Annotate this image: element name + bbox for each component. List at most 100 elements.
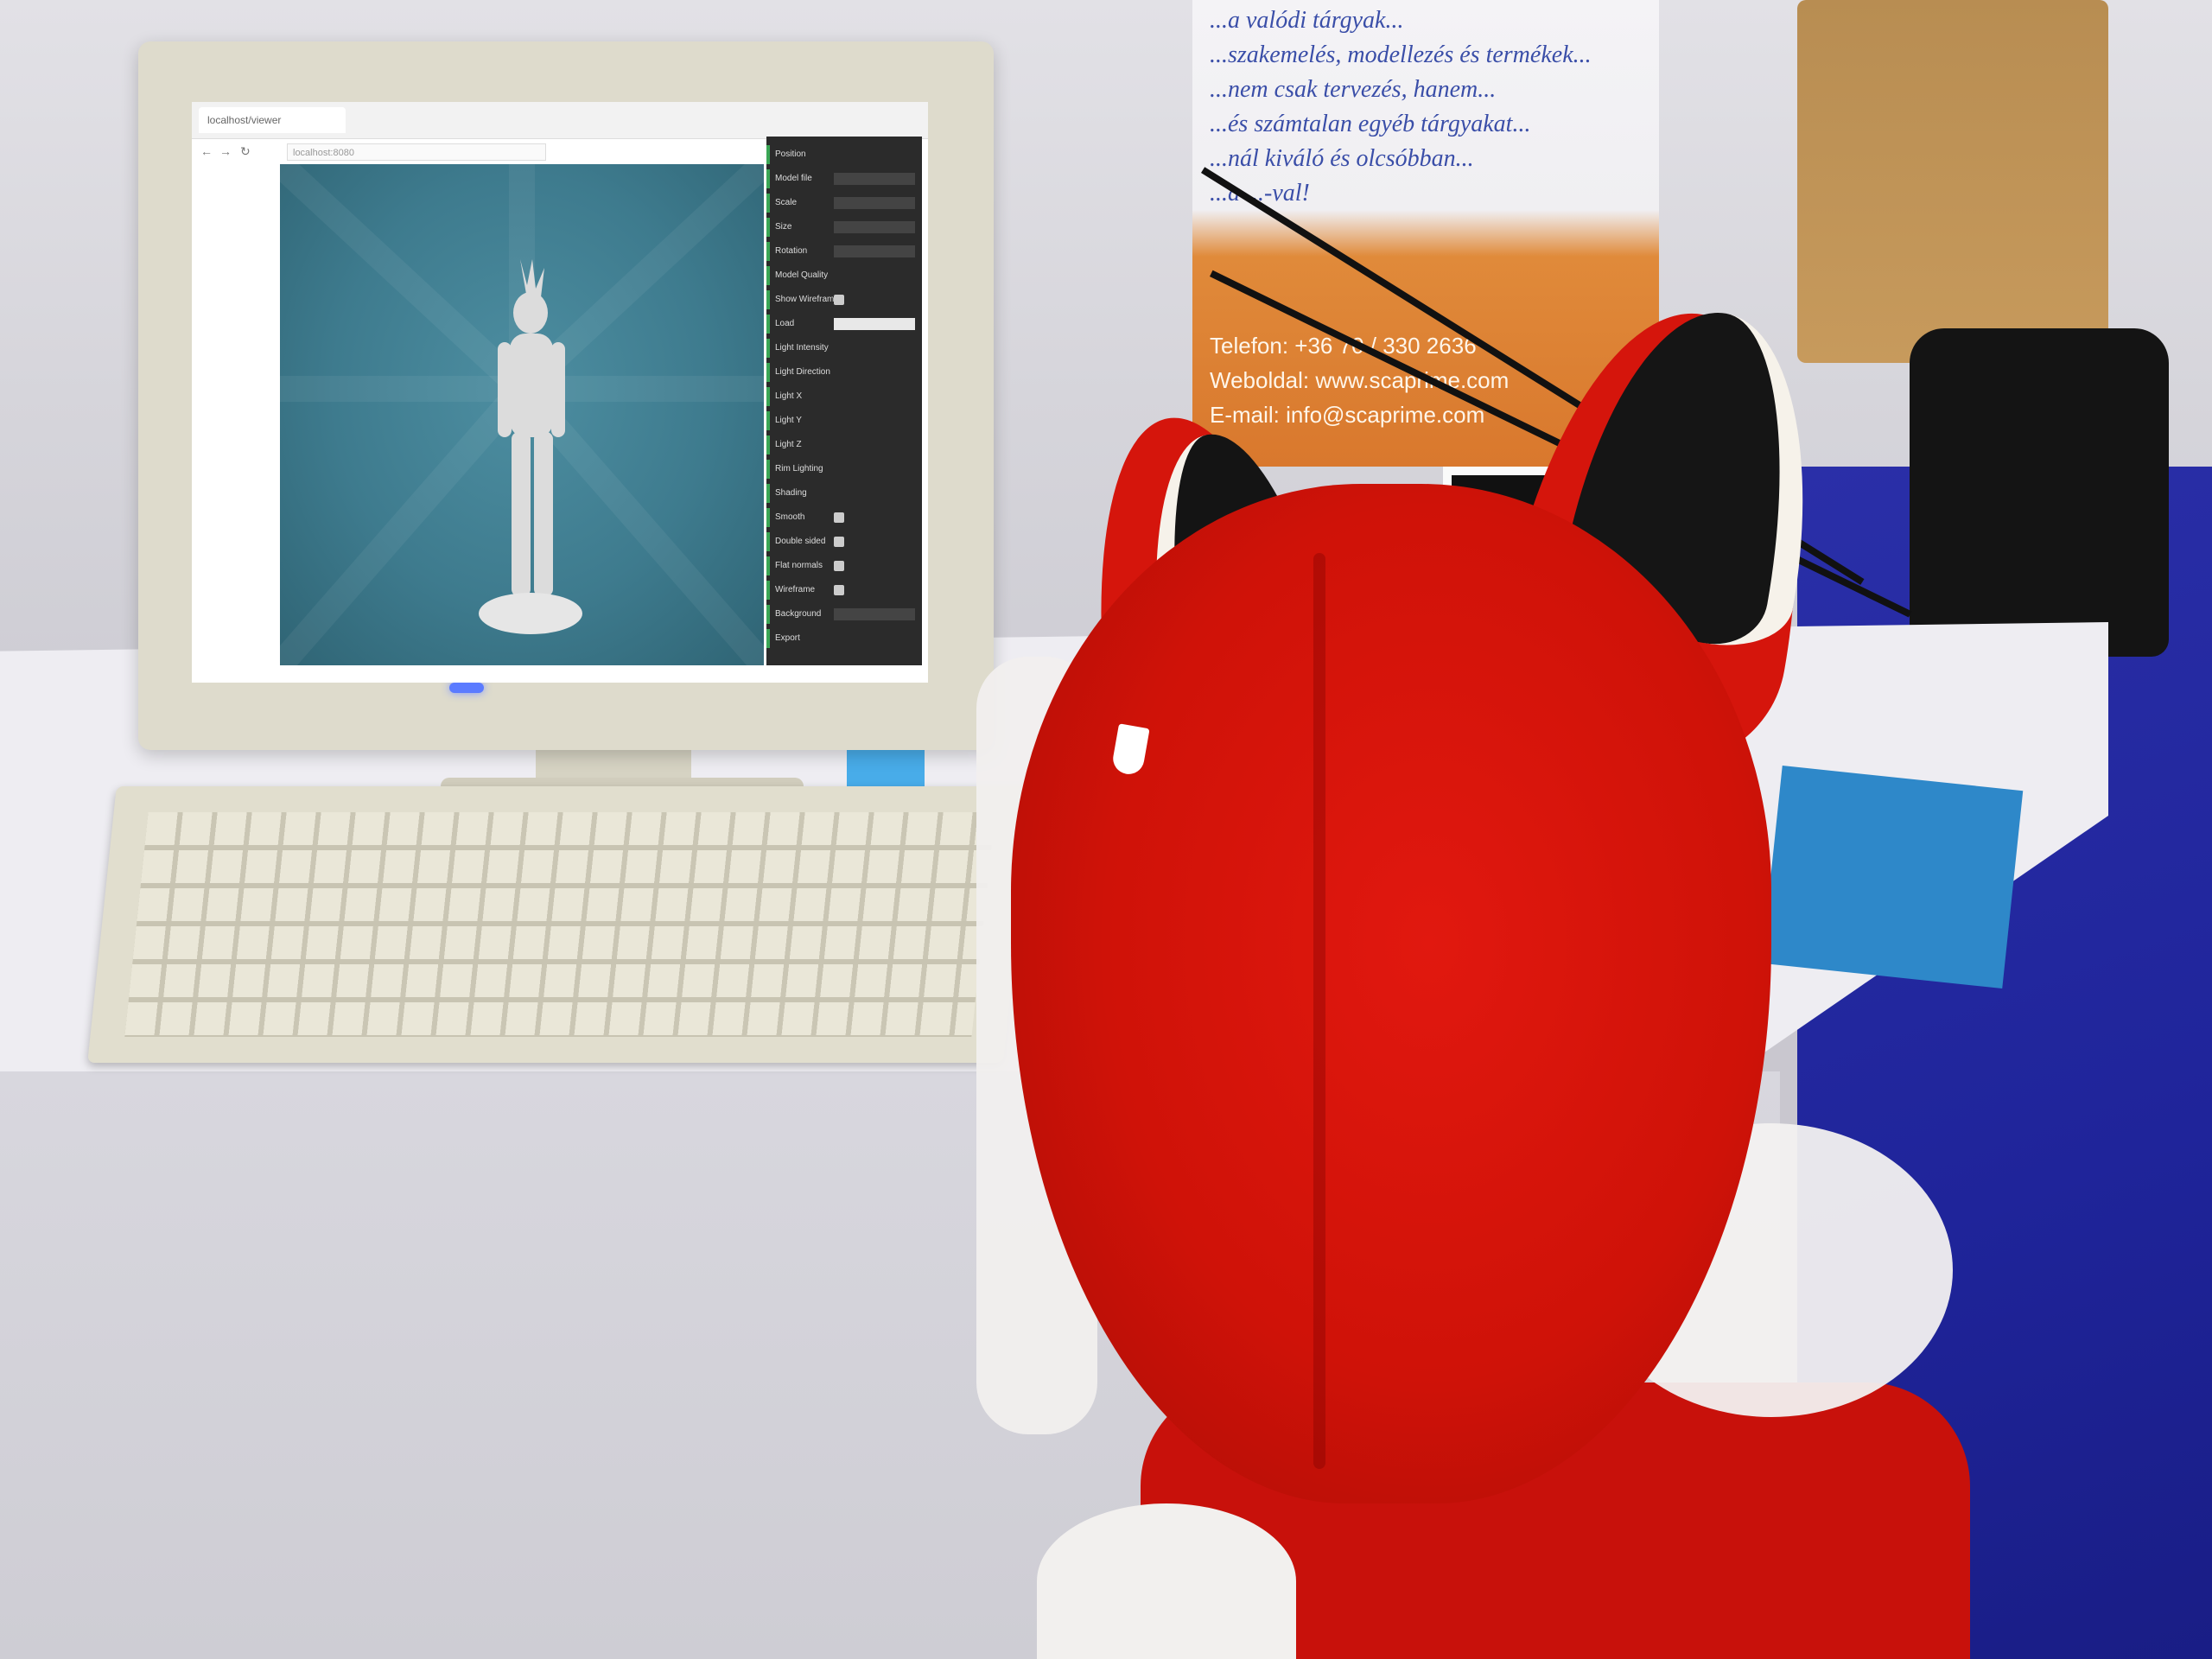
panel-accent-bar xyxy=(766,266,770,285)
panel-input[interactable] xyxy=(834,221,915,233)
banner-copy: ...a valódi tárgyak... ...szakemelés, mo… xyxy=(1210,3,1642,211)
panel-row[interactable]: Rotation xyxy=(766,242,915,261)
keyboard xyxy=(87,786,1033,1063)
banner-line: ...nem csak tervezés, hanem... xyxy=(1210,76,1497,103)
panel-row[interactable]: Model Quality xyxy=(766,266,915,285)
panel-input[interactable] xyxy=(834,197,915,209)
panel-accent-bar xyxy=(766,605,770,624)
panel-accent-bar xyxy=(766,363,770,382)
panel-label: Rotation xyxy=(775,246,808,256)
brochure xyxy=(1761,765,2024,989)
chair xyxy=(1797,0,2108,363)
panel-accent-bar xyxy=(766,460,770,479)
panel-accent-bar xyxy=(766,145,770,164)
panel-input[interactable] xyxy=(834,173,915,185)
panel-label: Flat normals xyxy=(775,561,823,570)
panel-label: Rim Lighting xyxy=(775,464,823,474)
panel-row[interactable]: Light X xyxy=(766,387,915,406)
panel-input[interactable] xyxy=(834,245,915,257)
hat-seam xyxy=(1313,553,1325,1469)
panel-accent-bar xyxy=(766,194,770,213)
panel-accent-bar xyxy=(766,218,770,237)
browser-toolbar: localhost/viewer xyxy=(192,102,928,139)
panel-accent-bar xyxy=(766,290,770,309)
panel-row[interactable]: Load xyxy=(766,315,915,334)
panel-accent-bar xyxy=(766,315,770,334)
panel-label: Background xyxy=(775,609,822,619)
panel-checkbox[interactable] xyxy=(834,537,844,547)
panel-row[interactable]: Flat normals xyxy=(766,556,915,575)
panel-accent-bar xyxy=(766,532,770,551)
forward-arrow-icon[interactable]: → xyxy=(219,145,232,157)
backpack xyxy=(1910,328,2169,657)
banner-phone: Telefon: +36 70 / 330 2636 xyxy=(1210,333,1477,359)
panel-label: Light Z xyxy=(775,440,802,449)
panel-button[interactable] xyxy=(834,318,915,330)
panel-checkbox[interactable] xyxy=(834,512,844,523)
reload-icon[interactable]: ↻ xyxy=(240,145,252,157)
banner-line: ...nál kiváló és olcsóbban... xyxy=(1210,145,1474,172)
panel-row[interactable]: Scale xyxy=(766,194,915,213)
panel-accent-bar xyxy=(766,581,770,600)
panel-label: Load xyxy=(775,319,795,328)
panel-row[interactable]: Smooth xyxy=(766,508,915,527)
panel-accent-bar xyxy=(766,435,770,454)
panel-row[interactable]: Wireframe xyxy=(766,581,915,600)
panel-row[interactable]: Light Z xyxy=(766,435,915,454)
panel-label: Position xyxy=(775,149,806,159)
panel-label: Double sided xyxy=(775,537,826,546)
panel-row[interactable]: Shading xyxy=(766,484,915,503)
fox-hat xyxy=(1011,484,1771,1503)
banner-line: ...a ...-val! xyxy=(1210,180,1310,207)
panel-row[interactable]: Rim Lighting xyxy=(766,460,915,479)
panel-accent-bar xyxy=(766,629,770,648)
panel-label: Smooth xyxy=(775,512,805,522)
keyboard-rows xyxy=(124,812,995,1037)
panel-accent-bar xyxy=(766,169,770,188)
back-arrow-icon[interactable]: ← xyxy=(200,145,213,157)
panel-label: Show Wireframe xyxy=(775,295,839,304)
panel-row[interactable]: Light Intensity xyxy=(766,339,915,358)
collar-fur xyxy=(1037,1503,1296,1659)
panel-accent-bar xyxy=(766,508,770,527)
panel-row[interactable]: Light Y xyxy=(766,411,915,430)
settings-panel: Position Model file Scale Size Rotation Model… xyxy=(766,137,922,665)
panel-checkbox[interactable] xyxy=(834,561,844,571)
panel-label: Model Quality xyxy=(775,270,829,280)
panel-label: Light X xyxy=(775,391,803,401)
banner-line: ...és számtalan egyéb tárgyakat... xyxy=(1210,111,1531,137)
panel-accent-bar xyxy=(766,339,770,358)
panel-accent-bar xyxy=(766,387,770,406)
panel-label: Scale xyxy=(775,198,798,207)
panel-checkbox[interactable] xyxy=(834,295,844,305)
statue-model xyxy=(479,259,582,634)
3d-viewport[interactable] xyxy=(280,164,764,665)
panel-accent-bar xyxy=(766,411,770,430)
panel-row[interactable]: Light Direction xyxy=(766,363,915,382)
panel-checkbox[interactable] xyxy=(834,585,844,595)
address-bar[interactable]: localhost:8080 xyxy=(287,143,546,161)
panel-row[interactable]: Double sided xyxy=(766,532,915,551)
panel-accent-bar xyxy=(766,556,770,575)
panel-label: Shading xyxy=(775,488,807,498)
panel-row[interactable]: Background xyxy=(766,605,915,624)
panel-label: Light Direction xyxy=(775,367,830,377)
panel-label: Light Intensity xyxy=(775,343,829,353)
panel-row[interactable]: Size xyxy=(766,218,915,237)
power-led xyxy=(449,683,484,693)
banner-line: ...szakemelés, modellezés és termékek... xyxy=(1210,41,1592,68)
panel-row[interactable]: Show Wireframe xyxy=(766,290,915,309)
panel-label: Size xyxy=(775,222,792,232)
panel-label: Export xyxy=(775,633,800,643)
panel-row[interactable]: Model file xyxy=(766,169,915,188)
panel-row[interactable]: Export xyxy=(766,629,915,648)
panel-label: Wireframe xyxy=(775,585,816,594)
panel-accent-bar xyxy=(766,242,770,261)
panel-accent-bar xyxy=(766,484,770,503)
panel-label: Light Y xyxy=(775,416,802,425)
panel-label: Model file xyxy=(775,174,812,183)
panel-row[interactable]: Position xyxy=(766,145,915,164)
banner-line: ...a valódi tárgyak... xyxy=(1210,7,1404,34)
browser-tab[interactable]: localhost/viewer xyxy=(199,107,346,133)
panel-input[interactable] xyxy=(834,608,915,620)
